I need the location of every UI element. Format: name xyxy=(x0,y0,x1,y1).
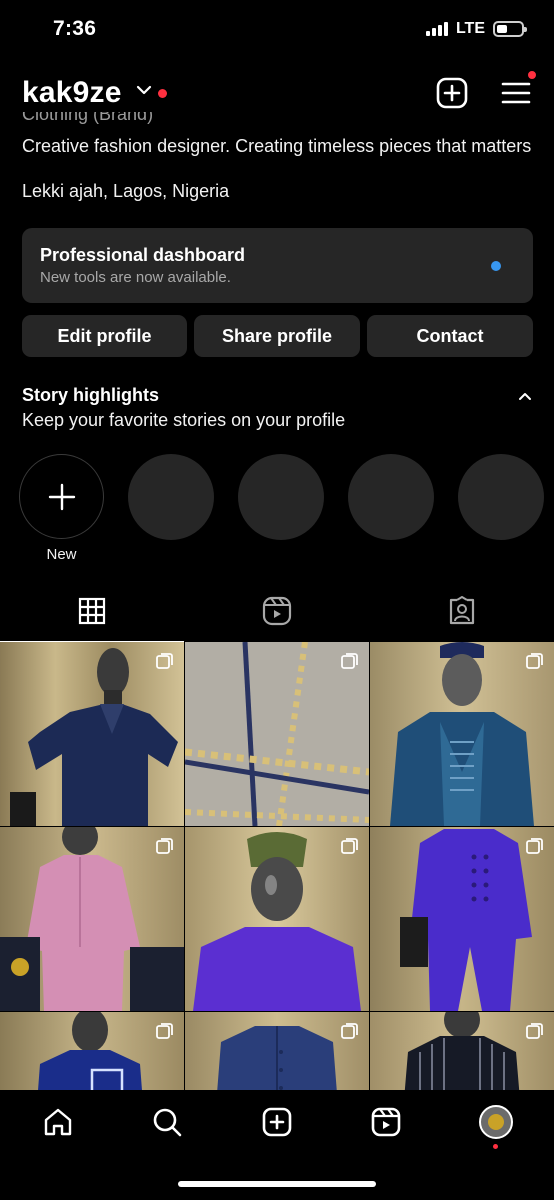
post-thumbnail[interactable] xyxy=(185,1012,369,1090)
bio-category: Clothing (Brand) xyxy=(22,112,154,124)
highlight-placeholder xyxy=(128,454,214,540)
home-icon xyxy=(44,1108,72,1136)
tab-tagged[interactable] xyxy=(370,590,554,642)
highlights-subtitle: Keep your favorite stories on your profi… xyxy=(22,410,346,430)
home-indicator xyxy=(178,1181,376,1187)
new-highlight-button[interactable] xyxy=(19,454,104,539)
signal-icon xyxy=(425,22,448,36)
post-thumbnail[interactable] xyxy=(0,1012,184,1090)
menu-icon xyxy=(501,82,531,104)
nav-search[interactable] xyxy=(149,1104,185,1140)
plus-icon xyxy=(48,483,75,510)
post-thumbnail[interactable] xyxy=(185,642,369,826)
post-thumbnail[interactable] xyxy=(370,1012,554,1090)
professional-dashboard[interactable]: Professional dashboard New tools are now… xyxy=(22,228,533,303)
multiple-photos-icon xyxy=(526,1023,543,1039)
chevron-up-icon[interactable] xyxy=(518,392,532,402)
tab-posts-grid[interactable] xyxy=(0,590,184,642)
post-thumbnail[interactable] xyxy=(370,642,554,826)
avatar xyxy=(479,1105,513,1139)
multiple-photos-icon xyxy=(156,838,173,854)
create-icon xyxy=(262,1107,292,1137)
status-time: 7:36 xyxy=(53,17,97,40)
nav-reels[interactable] xyxy=(368,1104,404,1140)
post-thumbnail[interactable] xyxy=(185,827,369,1011)
profile-notification-dot xyxy=(493,1144,498,1149)
multiple-photos-icon xyxy=(526,653,543,669)
grid-icon xyxy=(78,597,106,625)
new-highlight-label: New xyxy=(46,546,77,563)
multiple-photos-icon xyxy=(341,838,358,854)
status-bar: 7:36 LTE xyxy=(0,0,554,62)
network-label: LTE xyxy=(455,20,485,37)
nav-home[interactable] xyxy=(40,1104,76,1140)
notification-dot xyxy=(158,89,167,98)
multiple-photos-icon xyxy=(526,838,543,854)
share-profile-button[interactable]: Share profile xyxy=(194,315,360,357)
reels-icon xyxy=(262,596,292,626)
post-thumbnail[interactable] xyxy=(0,642,184,826)
battery-icon xyxy=(493,21,527,37)
contact-button[interactable]: Contact xyxy=(367,315,533,357)
highlight-placeholder xyxy=(238,454,324,540)
dashboard-title: Professional dashboard xyxy=(40,245,246,265)
multiple-photos-icon xyxy=(341,653,358,669)
menu-notification-dot xyxy=(527,70,537,80)
posts-grid xyxy=(0,642,554,1090)
profile-header: kak9ze xyxy=(0,70,554,116)
highlight-placeholder xyxy=(348,454,434,540)
post-thumbnail[interactable] xyxy=(370,827,554,1011)
profile-tabs xyxy=(0,590,554,642)
tagged-icon xyxy=(449,596,475,625)
nav-profile[interactable] xyxy=(478,1104,514,1140)
nav-create[interactable] xyxy=(259,1104,295,1140)
highlight-placeholder xyxy=(458,454,544,540)
multiple-photos-icon xyxy=(156,1023,173,1039)
dashboard-new-dot xyxy=(491,261,501,271)
reels-icon xyxy=(371,1107,401,1137)
status-icons: LTE xyxy=(425,20,527,38)
bio-location: Lekki ajah, Lagos, Nigeria xyxy=(22,181,230,201)
multiple-photos-icon xyxy=(156,653,173,669)
search-icon xyxy=(153,1108,182,1137)
create-post-icon[interactable] xyxy=(435,76,469,110)
menu-button[interactable] xyxy=(499,70,537,110)
bio-text: Creative fashion designer. Creating time… xyxy=(22,136,532,156)
chevron-down-icon[interactable] xyxy=(136,84,152,96)
highlights-title: Story highlights xyxy=(22,385,159,405)
dashboard-subtitle: New tools are now available. xyxy=(40,269,231,286)
username[interactable]: kak9ze xyxy=(22,76,122,110)
tab-reels[interactable] xyxy=(185,590,369,642)
edit-profile-button[interactable]: Edit profile xyxy=(22,315,187,357)
multiple-photos-icon xyxy=(341,1023,358,1039)
post-thumbnail[interactable] xyxy=(0,827,184,1011)
